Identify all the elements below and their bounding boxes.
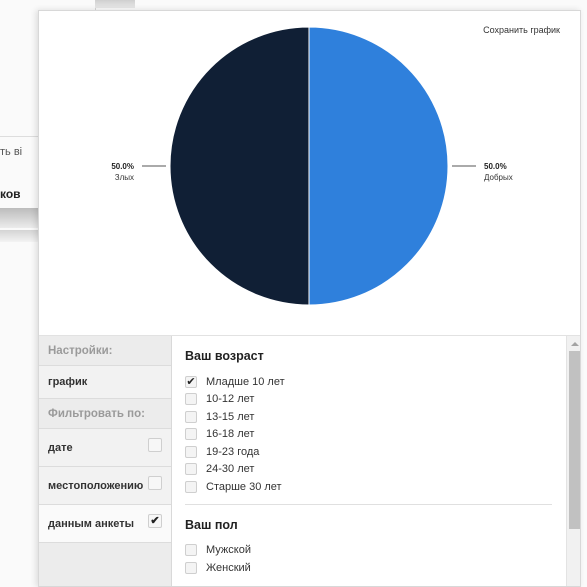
background-heading: ков bbox=[0, 187, 21, 201]
group-divider bbox=[185, 503, 552, 505]
filter-date-checkbox[interactable] bbox=[148, 438, 162, 452]
age-option-checkbox[interactable] bbox=[185, 463, 197, 476]
gender-option-checkbox[interactable] bbox=[185, 544, 197, 557]
age-option[interactable]: ✔ Младше 10 лет bbox=[185, 373, 566, 391]
filter-location-checkbox[interactable] bbox=[148, 476, 162, 490]
age-option-label: 13-15 лет bbox=[206, 410, 255, 423]
filter-label: местоположению bbox=[48, 479, 144, 492]
background-shadow bbox=[0, 230, 38, 242]
age-option-label: 19-23 года bbox=[206, 445, 260, 458]
pie-slice-category-label: Злых bbox=[115, 173, 134, 182]
gender-option-label: Женский bbox=[206, 561, 251, 574]
age-option-label: Старше 30 лет bbox=[206, 480, 282, 493]
age-option[interactable]: 13-15 лет bbox=[185, 408, 566, 426]
filter-header: Фильтровать по: bbox=[39, 399, 171, 429]
age-option-label: 24-30 лет bbox=[206, 463, 255, 476]
sidebar-item-chart[interactable]: график bbox=[39, 366, 171, 399]
filter-label: данным анкеты bbox=[48, 517, 134, 530]
age-option[interactable]: 10-12 лет bbox=[185, 391, 566, 409]
age-option-label: 10-12 лет bbox=[206, 393, 255, 406]
age-option[interactable]: 16-18 лет bbox=[185, 426, 566, 444]
age-group-title: Ваш возраст bbox=[185, 349, 264, 363]
sidebar-filter-location[interactable]: местоположению bbox=[39, 467, 171, 505]
background-line bbox=[0, 136, 38, 137]
age-option[interactable]: 19-23 года bbox=[185, 443, 566, 461]
age-option-checkbox[interactable] bbox=[185, 410, 197, 423]
background-shadow bbox=[0, 208, 38, 228]
chart-modal: Сохранить график 50.0% Добрых 50.0% Злых На… bbox=[38, 10, 581, 587]
pie-slice-value-label: 50.0% bbox=[484, 162, 507, 171]
age-option-checkbox[interactable]: ✔ bbox=[185, 375, 197, 388]
pie-slice-1 bbox=[169, 26, 310, 306]
scroll-up-arrow-icon[interactable] bbox=[571, 342, 579, 346]
chart-area: Сохранить график 50.0% Добрых 50.0% Злых bbox=[39, 11, 580, 336]
background-tab-strip bbox=[95, 0, 135, 8]
filter-options: Ваш возраст ✔ Младше 10 лет 10-12 лет 13… bbox=[173, 336, 566, 586]
pie-slice-value-label: 50.0% bbox=[111, 162, 134, 171]
gender-option-checkbox[interactable] bbox=[185, 561, 197, 574]
age-option[interactable]: 24-30 лет bbox=[185, 461, 566, 479]
background-text: ть ві bbox=[0, 146, 23, 158]
age-option-label: 16-18 лет bbox=[206, 428, 255, 441]
settings-sidebar: Настройки: график Фильтровать по: дате м… bbox=[39, 336, 172, 586]
pie-chart: 50.0% Добрых 50.0% Злых bbox=[111, 26, 513, 306]
age-option-checkbox[interactable] bbox=[185, 393, 197, 406]
gender-option[interactable]: Женский bbox=[185, 559, 566, 577]
filter-survey-checkbox[interactable]: ✔ bbox=[148, 514, 162, 528]
age-option[interactable]: Старше 30 лет bbox=[185, 478, 566, 496]
age-option-label: Младше 10 лет bbox=[206, 375, 285, 388]
gender-group-title: Ваш пол bbox=[185, 517, 238, 532]
sidebar-filter-date[interactable]: дате bbox=[39, 429, 171, 467]
settings-panel: Настройки: график Фильтровать по: дате м… bbox=[39, 336, 580, 586]
options-scrollbar[interactable] bbox=[566, 336, 580, 586]
gender-option[interactable]: Мужской bbox=[185, 542, 566, 560]
filter-label: дате bbox=[48, 441, 73, 454]
sidebar-filter-survey[interactable]: данным анкеты ✔ bbox=[39, 505, 171, 543]
age-option-checkbox[interactable] bbox=[185, 445, 197, 458]
scroll-thumb[interactable] bbox=[569, 351, 580, 529]
age-option-checkbox[interactable] bbox=[185, 428, 197, 441]
pie-slice-category-label: Добрых bbox=[484, 173, 513, 182]
pie-slice-0 bbox=[308, 26, 449, 306]
age-option-checkbox[interactable] bbox=[185, 480, 197, 493]
settings-header: Настройки: bbox=[39, 336, 171, 366]
gender-option-label: Мужской bbox=[206, 544, 251, 557]
